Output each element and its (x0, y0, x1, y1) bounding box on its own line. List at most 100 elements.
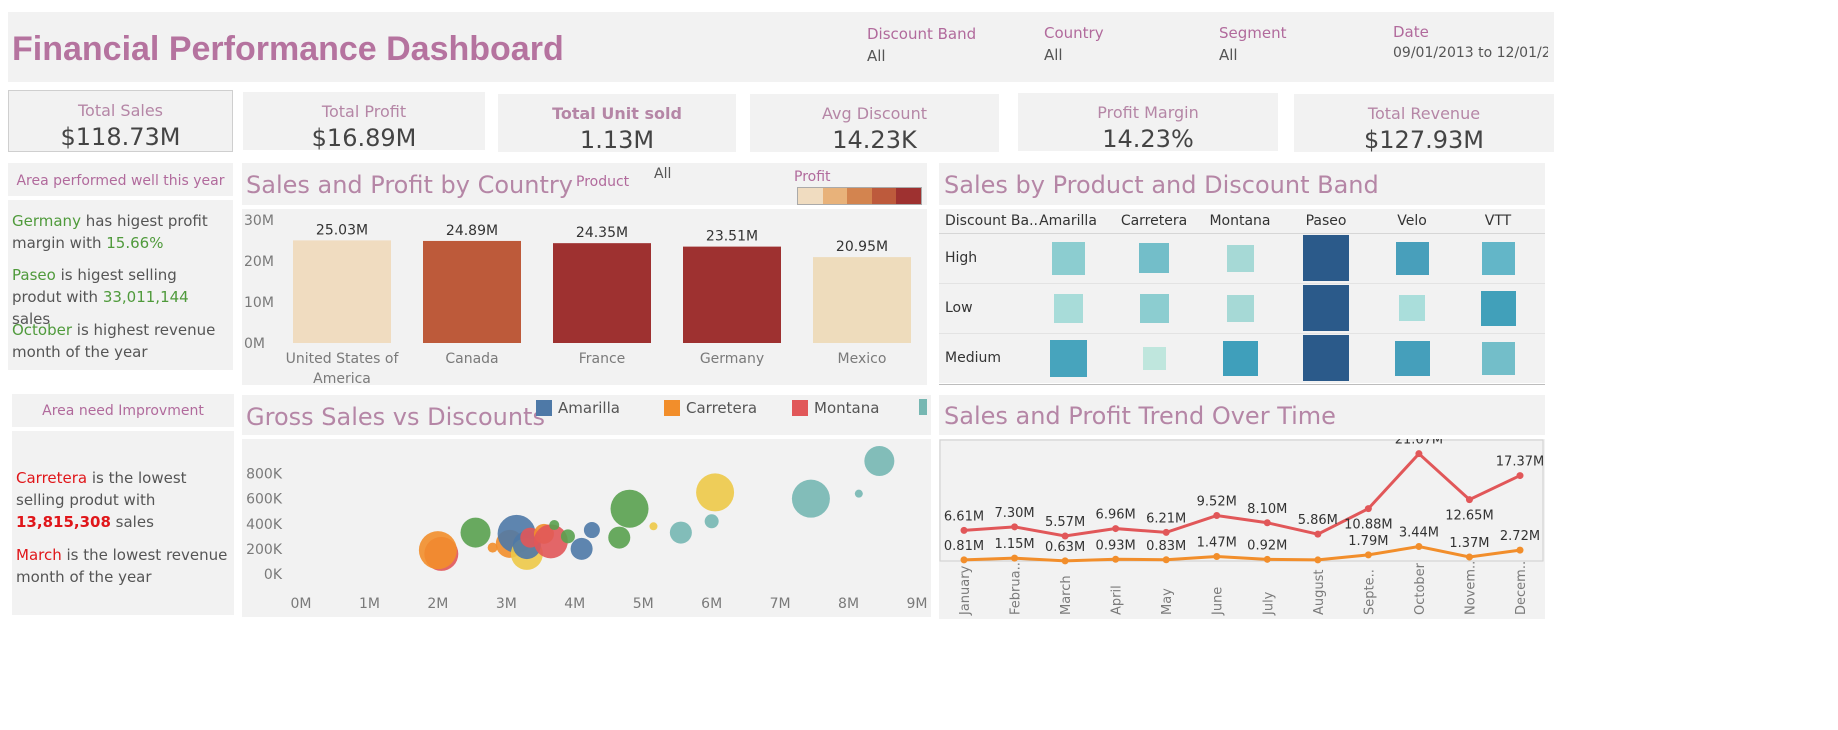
heatmap-cell[interactable] (1303, 285, 1349, 331)
heatmap-cell[interactable] (1051, 241, 1085, 275)
series-point (1465, 496, 1473, 504)
series-point (1263, 555, 1271, 563)
heatmap-cell[interactable] (1481, 341, 1515, 375)
legend-item-montana[interactable]: Montana (792, 399, 879, 417)
series-point (1112, 525, 1120, 533)
scatter-point (649, 522, 658, 531)
insight-highlight: October (12, 321, 73, 339)
legend-label: Montana (814, 399, 880, 417)
heatmap-cell[interactable] (1139, 293, 1169, 323)
heatmap-cell[interactable] (1481, 241, 1515, 275)
legend-item-amarilla[interactable]: Amarilla (536, 399, 620, 417)
filter-value[interactable]: All (1219, 46, 1419, 64)
heatmap-cell[interactable] (1303, 335, 1349, 381)
bar (813, 257, 911, 343)
heatmap-cell[interactable] (1480, 290, 1516, 326)
filter-date[interactable]: Date 09/01/2013 to 12/01/2.. (1393, 23, 1548, 61)
kpi-total-revenue: Total Revenue $127.93M (1294, 94, 1554, 154)
heatmap-cell[interactable] (1226, 294, 1254, 322)
data-label: 0.92M (1247, 538, 1287, 553)
filter-label: Country (1044, 24, 1104, 42)
column-header: Paseo (1305, 213, 1347, 229)
legend-swatch (536, 400, 552, 416)
data-label: 6.21M (1146, 511, 1186, 526)
scatter-point (460, 517, 491, 548)
legend-item-carretera[interactable]: Carretera (664, 399, 757, 417)
kpi-total-profit: Total Profit $16.89M (243, 92, 485, 152)
data-label: 0.83M (1146, 539, 1186, 554)
data-label: 1.47M (1197, 536, 1237, 551)
kpi-profit-margin: Profit Margin 14.23% (1018, 93, 1278, 153)
legend-item-cutoff[interactable] (919, 399, 927, 415)
column-header: Carretera (1120, 213, 1188, 229)
data-label: 3.44M (1399, 525, 1439, 540)
kpi-total-units: Total Unit sold 1.13M (498, 94, 736, 154)
heatmap-cell[interactable] (1394, 340, 1430, 376)
legend-swatch (822, 188, 848, 204)
heatmap-cell[interactable] (1226, 244, 1254, 272)
heatmap-cell[interactable] (1303, 235, 1349, 281)
series-point (1061, 532, 1069, 540)
series-point (1011, 554, 1019, 562)
series-point (1364, 551, 1372, 559)
x-tick-label: America (313, 371, 371, 385)
x-tick-label: Novem.. (1463, 561, 1478, 615)
page-title: Financial Performance Dashboard (12, 30, 564, 68)
scatter-point (533, 524, 568, 559)
product-filter-value[interactable]: All (654, 166, 671, 182)
filter-label: Segment (1219, 24, 1287, 42)
heatmap-cell[interactable] (1053, 293, 1083, 323)
column-header: Velo (1397, 213, 1427, 229)
filter-label: Date (1393, 23, 1429, 41)
x-tick-label: 7M (770, 596, 791, 612)
data-label: 5.86M (1298, 513, 1338, 528)
series-point (960, 526, 968, 534)
x-tick-label: Canada (445, 351, 498, 367)
scatter-point (854, 489, 863, 498)
trend-line-chart: 6.61M 7.30M 5.57M 6.96M 6.21M 9.52M 8.10M 5.86M… (939, 439, 1544, 616)
x-tick-label: France (579, 351, 626, 367)
heatmap-cell[interactable] (1399, 295, 1425, 321)
x-tick-label: 2M (427, 596, 448, 612)
series-point (1162, 528, 1170, 536)
product-discount-heatmap: Discount Ba.. Amarilla Carretera Montana Pas… (939, 209, 1545, 385)
data-label: 17.37M (1496, 455, 1544, 470)
kpi-label: Total Sales (77, 101, 164, 120)
data-label: 0.63M (1045, 540, 1085, 555)
good-insights-title: Area performed well this year (16, 173, 225, 189)
bar (553, 243, 651, 343)
legend-swatch (847, 188, 872, 204)
kpi-value: $16.89M (311, 124, 417, 152)
heatmap-cell[interactable] (1222, 340, 1258, 376)
x-tick-label: 8M (838, 596, 859, 612)
legend-swatch (919, 399, 927, 415)
data-label: 25.03M (316, 222, 368, 238)
data-label: 20.95M (836, 239, 888, 255)
filter-discount-band[interactable]: Discount Band All (867, 25, 1067, 65)
kpi-label: Total Unit sold (552, 104, 682, 123)
filter-country[interactable]: Country All (1044, 24, 1244, 64)
filter-value[interactable]: 09/01/2013 to 12/01/2.. (1393, 45, 1548, 61)
trend-title: Sales and Profit Trend Over Time (944, 402, 1336, 430)
heatmap-cell[interactable] (1049, 339, 1087, 377)
bar (683, 246, 781, 343)
product-filter-label: Product (576, 174, 630, 190)
y-tick-label: 10M (244, 295, 274, 311)
legend-label: Amarilla (558, 399, 620, 417)
profit-color-legend (797, 187, 922, 205)
filter-value[interactable]: All (1044, 46, 1244, 64)
kpi-value: $118.73M (60, 123, 181, 151)
series-point (1415, 450, 1423, 458)
heatmap-cell[interactable] (1142, 346, 1166, 370)
filter-segment[interactable]: Segment All (1219, 24, 1419, 64)
data-label: 6.61M (944, 509, 984, 524)
series-point (1213, 553, 1221, 561)
heatmap-cell[interactable] (1395, 241, 1429, 275)
filter-value[interactable]: All (867, 47, 1067, 65)
data-label: 8.10M (1247, 502, 1287, 517)
heatmap-cell[interactable] (1139, 243, 1169, 273)
bar (423, 240, 521, 343)
legend-swatch (871, 188, 897, 204)
x-tick-label: 4M (564, 596, 585, 612)
x-tick-label: Februa.. (1009, 562, 1024, 615)
